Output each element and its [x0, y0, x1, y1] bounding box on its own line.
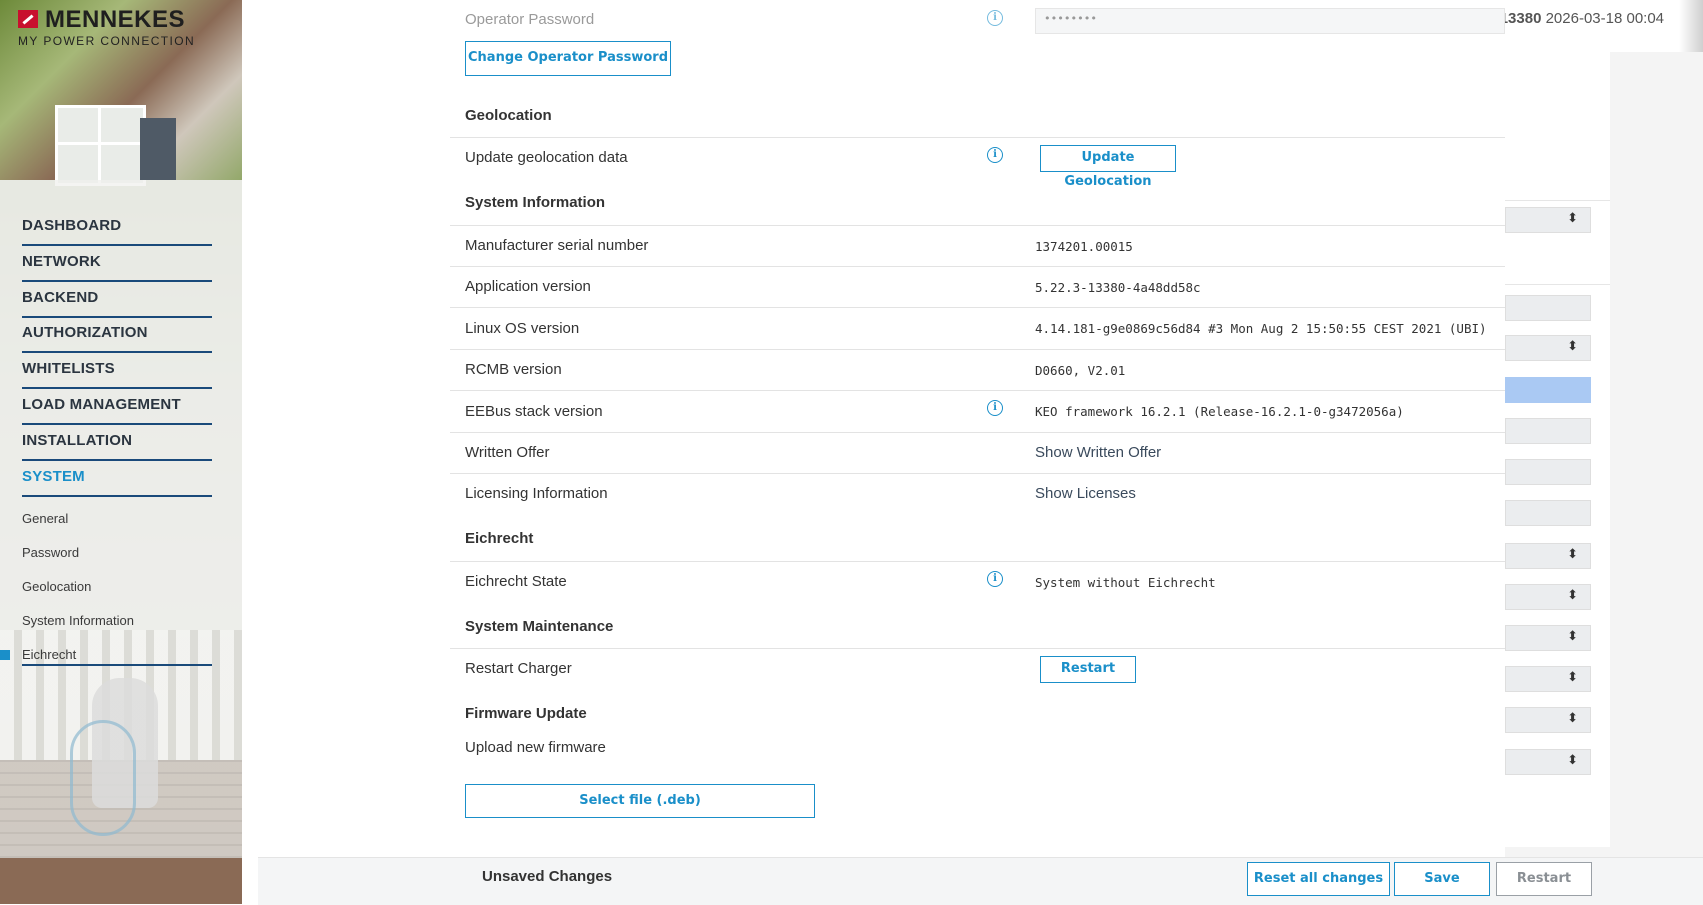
nav-item-installation[interactable]: INSTALLATION — [22, 427, 212, 461]
nav-item-network[interactable]: NETWORK — [22, 248, 212, 282]
maintenance-header-row: System Maintenance — [450, 603, 1505, 649]
nav-item-dashboard[interactable]: DASHBOARD — [22, 212, 212, 246]
background-select[interactable] — [1505, 584, 1591, 610]
sidebar: MENNEKES MY POWER CONNECTION DASHBOARD N… — [0, 0, 242, 904]
info-icon[interactable]: i — [987, 10, 1003, 26]
application-version-value: 5.22.3-13380-4a48dd58c — [1035, 280, 1201, 295]
eebus-stack-version-label: EEBus stack version — [465, 403, 603, 420]
background-select[interactable] — [1505, 666, 1591, 692]
subnav-item-system-information[interactable]: System Information — [22, 604, 212, 638]
background-select[interactable] — [1505, 335, 1591, 361]
background-select[interactable] — [1505, 625, 1591, 651]
main-nav: DASHBOARD NETWORK BACKEND AUTHORIZATION … — [22, 212, 212, 498]
operator-password-label: Operator Password — [465, 11, 595, 28]
licensing-row: Licensing Information Show Licenses — [450, 474, 1505, 515]
update-geolocation-label: Update geolocation data — [465, 149, 628, 166]
rcmb-version-value: D0660, V2.01 — [1035, 363, 1126, 378]
background-form — [1505, 52, 1610, 847]
eebus-stack-version-value: KEO framework 16.2.1 (Release-16.2.1-0-g… — [1035, 404, 1404, 419]
subnav-item-eichrecht[interactable]: Eichrecht — [0, 638, 212, 672]
eichrecht-header-row: Eichrecht — [450, 515, 1505, 562]
nav-item-load-management[interactable]: LOAD MANAGEMENT — [22, 391, 212, 425]
unsaved-changes-title: Unsaved Changes — [482, 868, 613, 885]
background-input-highlighted[interactable] — [1505, 377, 1591, 403]
restart-button[interactable]: Restart — [1496, 862, 1592, 896]
decor-window — [55, 105, 146, 186]
update-geolocation-row: Update geolocation data i Update Geoloca… — [450, 138, 1505, 189]
update-geolocation-button[interactable]: Update Geolocation — [1040, 145, 1176, 189]
decor-bottom — [0, 858, 242, 904]
version-datetime: 2026-03-18 00:04 — [1545, 10, 1665, 27]
eichrecht-section-title: Eichrecht — [465, 530, 534, 547]
save-button[interactable]: Save — [1394, 862, 1490, 896]
info-row: Manufacturer serial number 1374201.00015 — [450, 226, 1505, 267]
eichrecht-state-value: System without Eichrecht — [1035, 575, 1216, 590]
written-offer-label: Written Offer — [465, 444, 550, 461]
info-row: Application version 5.22.3-13380-4a48dd5… — [450, 267, 1505, 308]
info-icon[interactable]: i — [987, 571, 1003, 587]
background-divider — [1505, 200, 1610, 201]
system-information-section-title: System Information — [465, 194, 606, 211]
brand-tagline: MY POWER CONNECTION — [18, 34, 196, 48]
nav-item-system[interactable]: SYSTEM — [22, 463, 212, 497]
nav-item-backend[interactable]: BACKEND — [22, 284, 212, 318]
written-offer-row: Written Offer Show Written Offer — [450, 433, 1505, 474]
background-input[interactable] — [1505, 500, 1591, 526]
info-row: EEBus stack version i KEO framework 16.2… — [450, 391, 1505, 433]
info-row: RCMB version D0660, V2.01 — [450, 350, 1505, 391]
unsaved-changes-bar: Unsaved Changes Reset all changes Save R… — [258, 857, 1703, 905]
info-icon[interactable]: i — [987, 400, 1003, 416]
restart-charger-row: Restart Charger Restart — [450, 649, 1505, 690]
application-version-label: Application version — [465, 278, 591, 295]
brand-name: MENNEKES — [45, 6, 186, 33]
change-operator-password-button[interactable]: Change Operator Password — [465, 41, 671, 76]
eichrecht-state-label: Eichrecht State — [465, 573, 567, 590]
serial-number-value: 1374201.00015 — [1035, 239, 1133, 254]
decor-cable — [70, 720, 136, 836]
select-file-button[interactable]: Select file (.deb) — [465, 784, 815, 818]
background-divider — [1505, 284, 1610, 285]
upload-firmware-label: Upload new firmware — [465, 739, 606, 756]
subnav-item-geolocation[interactable]: Geolocation — [22, 570, 212, 604]
geolocation-header-row: Geolocation — [450, 91, 1505, 138]
decor-shutter — [140, 118, 176, 180]
background-select[interactable] — [1505, 543, 1591, 569]
background-select[interactable] — [1505, 707, 1591, 733]
nav-item-authorization[interactable]: AUTHORIZATION — [22, 319, 212, 354]
background-select[interactable] — [1505, 207, 1591, 233]
system-information-header-row: System Information — [450, 179, 1505, 226]
subnav-divider — [22, 664, 212, 666]
show-written-offer-link[interactable]: Show Written Offer — [1035, 444, 1161, 461]
reset-all-changes-button[interactable]: Reset all changes — [1247, 862, 1390, 896]
geolocation-section-title: Geolocation — [465, 107, 552, 124]
operator-password-input[interactable]: •••••••• — [1035, 8, 1505, 34]
background-page — [1505, 0, 1703, 904]
linux-os-version-value: 4.14.181-g9e0869c56d84 #3 Mon Aug 2 15:5… — [1035, 321, 1487, 336]
rcmb-version-label: RCMB version — [465, 361, 562, 378]
maintenance-section-title: System Maintenance — [465, 618, 614, 635]
subnav-item-password[interactable]: Password — [22, 536, 212, 570]
linux-os-version-label: Linux OS version — [465, 320, 580, 337]
info-row: Linux OS version 4.14.181-g9e0869c56d84 … — [450, 308, 1505, 350]
eichrecht-state-row: Eichrecht State i System without Eichrec… — [450, 562, 1505, 603]
system-panel: Operator Password i •••••••• Change Oper… — [242, 0, 1505, 857]
background-select[interactable] — [1505, 749, 1591, 775]
subnav-item-general[interactable]: General — [22, 502, 212, 536]
firmware-section-title: Firmware Update — [465, 705, 587, 722]
system-subnav: General Password Geolocation System Info… — [0, 502, 212, 672]
restart-charger-label: Restart Charger — [465, 660, 572, 677]
background-input[interactable] — [1505, 459, 1591, 485]
background-input[interactable] — [1505, 418, 1591, 444]
show-licenses-link[interactable]: Show Licenses — [1035, 485, 1136, 502]
brand-mark-icon — [18, 10, 38, 28]
serial-number-label: Manufacturer serial number — [465, 237, 649, 254]
restart-charger-button[interactable]: Restart — [1040, 656, 1136, 683]
info-icon[interactable]: i — [987, 147, 1003, 163]
licensing-information-label: Licensing Information — [465, 485, 608, 502]
nav-item-whitelists[interactable]: WHITELISTS — [22, 355, 212, 390]
background-input[interactable] — [1505, 295, 1591, 321]
